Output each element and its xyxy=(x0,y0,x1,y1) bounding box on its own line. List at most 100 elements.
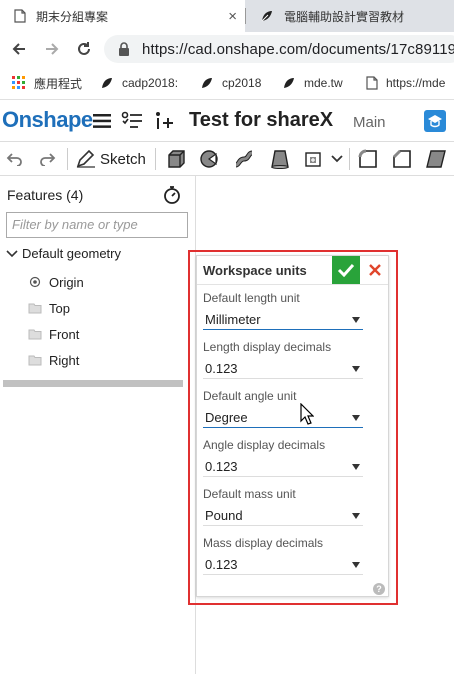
feature-item-front[interactable]: Front xyxy=(28,324,79,344)
angle-unit-label: Default angle unit xyxy=(203,389,297,403)
back-button[interactable] xyxy=(8,38,30,60)
angle-decimals-select[interactable]: 0.123 xyxy=(203,457,363,477)
accept-button[interactable] xyxy=(332,256,360,284)
dropdown-caret-icon xyxy=(352,463,360,470)
fillet-button[interactable] xyxy=(356,147,380,171)
feature-item-top[interactable]: Top xyxy=(28,298,70,318)
mass-decimals-select[interactable]: 0.123 xyxy=(203,555,363,575)
feature-panel: Features (4) Filter by name or type Defa… xyxy=(0,176,196,674)
mass-unit-select[interactable]: Pound xyxy=(203,506,363,526)
tab-divider xyxy=(245,8,246,24)
undo-button[interactable] xyxy=(4,147,24,171)
mass-unit-label: Default mass unit xyxy=(203,487,296,501)
chamfer-icon xyxy=(392,149,411,168)
panel-scrollbar[interactable] xyxy=(3,380,183,387)
learning-center-button[interactable] xyxy=(424,110,446,132)
bookmark-label: cp2018 xyxy=(222,76,262,90)
checkmark-icon xyxy=(337,263,355,277)
bookmark-cadp2018[interactable]: cadp2018: xyxy=(100,66,178,100)
default-geometry-group[interactable]: Default geometry xyxy=(6,246,121,261)
revolve-icon xyxy=(200,150,218,168)
reload-icon xyxy=(78,42,90,55)
url-input[interactable]: https://cad.onshape.com/documents/17c891… xyxy=(104,35,454,63)
workspace-units-dialog: Workspace units Default length unit Mill… xyxy=(196,255,389,597)
feature-item-right[interactable]: Right xyxy=(28,350,79,370)
dropdown-caret-icon xyxy=(352,365,360,372)
cancel-button[interactable] xyxy=(365,260,385,280)
feature-filter-input[interactable]: Filter by name or type xyxy=(6,212,188,238)
rollback-timer-icon[interactable] xyxy=(162,185,182,210)
toolbar-divider xyxy=(155,148,156,170)
sketch-button[interactable]: Sketch xyxy=(76,147,146,171)
bookmark-apps[interactable]: 應用程式 xyxy=(12,66,82,100)
browser-tab[interactable]: 電腦輔助設計實習教材 xyxy=(252,0,454,32)
feature-item-origin[interactable]: Origin xyxy=(28,272,84,292)
bookmark-mde[interactable]: mde.tw xyxy=(282,66,343,100)
plane-icon xyxy=(28,327,42,341)
bookmarks-bar: 應用程式 cadp2018: cp2018 mde.tw https://mde xyxy=(0,66,454,100)
bookmark-label: 應用程式 xyxy=(34,76,83,91)
chevron-down-icon xyxy=(6,249,18,258)
revolve-button[interactable] xyxy=(198,147,222,171)
origin-icon xyxy=(28,275,42,289)
toolbar-divider xyxy=(349,148,350,170)
feature-label: Right xyxy=(49,352,80,368)
extrude-icon xyxy=(168,150,185,168)
dropdown-caret-icon xyxy=(352,316,360,323)
toolbar-divider xyxy=(67,148,68,170)
more-features-dropdown[interactable] xyxy=(330,147,344,171)
browser-tab-strip: 期末分組專案 × 電腦輔助設計實習教材 xyxy=(0,0,454,32)
angle-unit-select[interactable]: Degree xyxy=(203,408,363,428)
leaf-bookmark-icon xyxy=(100,76,114,90)
leaf-bookmark-icon xyxy=(260,9,274,23)
length-unit-select[interactable]: Millimeter xyxy=(203,310,363,330)
onshape-logo[interactable]: Onshape xyxy=(2,107,93,133)
select-value: 0.123 xyxy=(205,459,238,474)
undo-icon xyxy=(6,153,22,166)
hamburger-menu-icon[interactable] xyxy=(90,110,114,132)
dropdown-caret-icon xyxy=(352,414,360,421)
bookmark-https-mde[interactable]: https://mde xyxy=(366,66,445,100)
lock-icon xyxy=(116,41,132,57)
extrude-button[interactable] xyxy=(164,147,188,171)
document-title[interactable]: Test for shareX xyxy=(189,109,333,132)
draft-icon xyxy=(426,150,446,168)
dialog-header: Workspace units xyxy=(197,256,388,285)
thicken-button[interactable] xyxy=(302,147,326,171)
leaf-bookmark-icon xyxy=(282,76,296,90)
tab-title: 電腦輔助設計實習教材 xyxy=(284,9,405,24)
help-icon[interactable]: ? xyxy=(373,583,385,595)
tab-close-button[interactable]: × xyxy=(228,8,237,25)
loft-button[interactable] xyxy=(268,147,292,171)
thicken-icon xyxy=(305,152,321,167)
redo-icon xyxy=(40,153,56,166)
bookmark-cp2018[interactable]: cp2018 xyxy=(200,66,261,100)
plane-icon xyxy=(28,301,42,315)
plane-icon xyxy=(28,353,42,367)
forward-button[interactable] xyxy=(41,38,63,60)
length-decimals-select[interactable]: 0.123 xyxy=(203,359,363,379)
bookmark-label: mde.tw xyxy=(304,76,343,90)
chamfer-button[interactable] xyxy=(390,147,414,171)
feature-label: Origin xyxy=(49,274,84,290)
tab-title: 期末分組專案 xyxy=(36,9,109,24)
browser-tab-active[interactable]: 期末分組專案 × xyxy=(0,0,245,32)
sweep-icon xyxy=(235,150,253,168)
leaf-bookmark-icon xyxy=(200,76,214,90)
bookmark-label: https://mde xyxy=(386,76,446,90)
length-decimals-label: Length display decimals xyxy=(203,340,332,354)
dropdown-caret-icon xyxy=(352,512,360,519)
insert-part-icon[interactable] xyxy=(152,110,176,132)
redo-button[interactable] xyxy=(38,147,58,171)
url-text: https://cad.onshape.com/documents/17c891… xyxy=(142,40,454,58)
mass-decimals-label: Mass display decimals xyxy=(203,536,324,550)
back-arrow-icon xyxy=(12,43,25,55)
draft-button[interactable] xyxy=(424,147,448,171)
branch-label[interactable]: Main xyxy=(353,114,386,131)
sweep-button[interactable] xyxy=(232,147,256,171)
close-icon xyxy=(369,264,381,276)
reload-button[interactable] xyxy=(73,38,95,60)
sketch-label: Sketch xyxy=(100,150,146,168)
select-value: 0.123 xyxy=(205,361,238,376)
feature-list-icon[interactable] xyxy=(120,110,144,132)
